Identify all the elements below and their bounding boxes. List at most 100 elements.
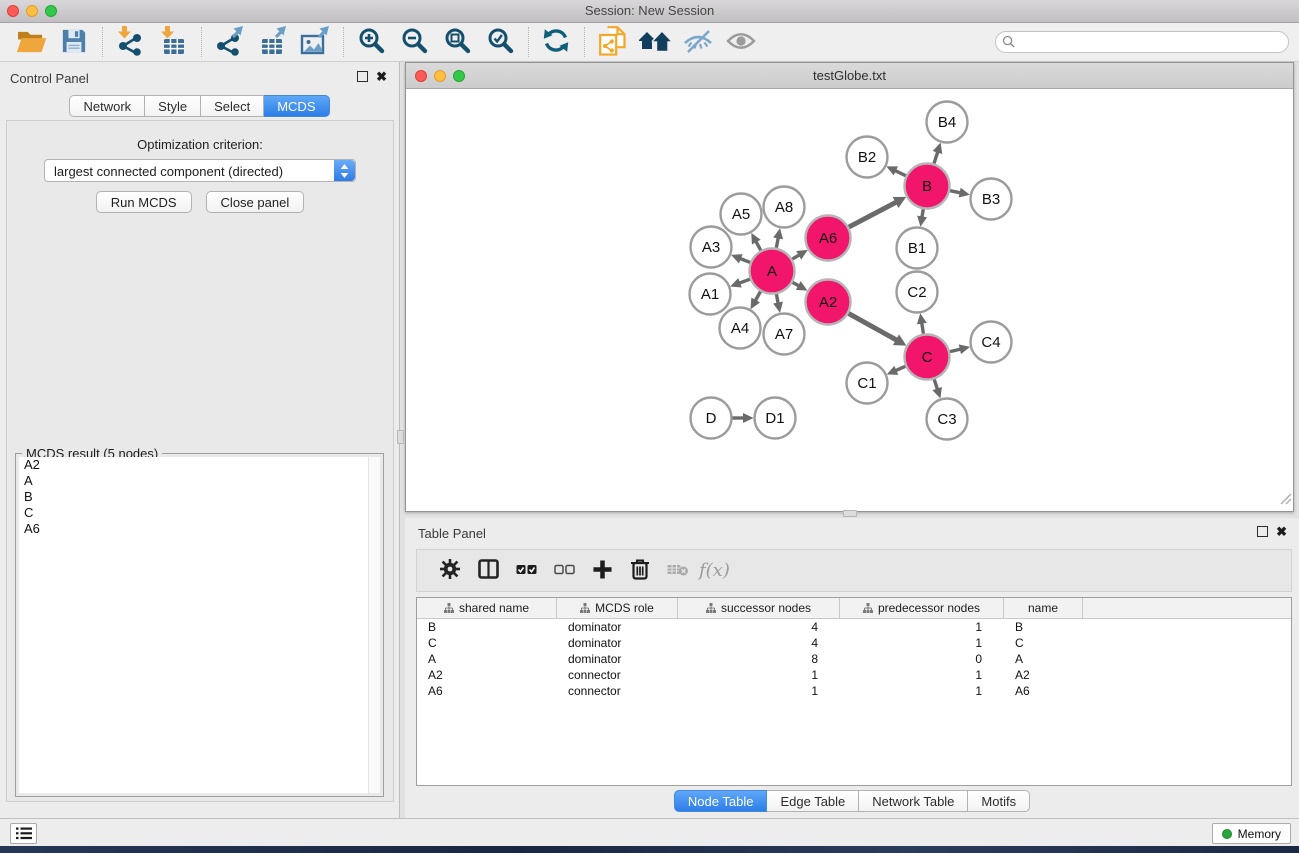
table-cell[interactable]: B [1004,619,1083,635]
table-row[interactable]: A6connector11A6 [417,683,1291,699]
graph-node-label: A8 [775,199,793,216]
split-view-button[interactable] [469,553,507,589]
edge-A6-B[interactable] [849,202,898,227]
status-bar: Memory [0,818,1299,846]
export-table-button[interactable] [253,25,291,59]
zoom-in-button[interactable] [352,25,390,59]
table-cell[interactable]: dominator [557,651,678,667]
mcds-panel: Optimization criterion: largest connecte… [6,120,394,802]
column-header-name[interactable]: name [1004,598,1083,618]
table-cell[interactable]: connector [557,667,678,683]
table-cell[interactable]: 8 [678,651,840,667]
network-canvas[interactable]: AA1A3A5A8A4A7A6A2BB2B4B3B1CC2C4C1C3DD1 [406,89,1293,511]
table-cell[interactable]: A [1004,651,1083,667]
zoom-fit-button[interactable] [438,25,476,59]
resize-grip-icon[interactable] [1279,492,1292,510]
table-cell[interactable]: 1 [840,683,1004,699]
table-cell[interactable]: C [417,635,557,651]
tab-edge-table[interactable]: Edge Table [767,790,859,812]
table-cell[interactable]: A2 [1004,667,1083,683]
network-window-titlebar[interactable]: testGlobe.txt [406,63,1293,89]
table-cell[interactable]: B [417,619,557,635]
table-cell[interactable]: A6 [1004,683,1083,699]
table-cell[interactable]: 1 [678,683,840,699]
table-cell[interactable]: connector [557,683,678,699]
vertical-split-handle[interactable] [397,430,404,444]
close-panel-button[interactable]: Close panel [206,191,305,213]
mcds-result-list[interactable]: A2ABCA6 [19,457,380,793]
memory-button[interactable]: Memory [1212,823,1291,844]
function-builder-button[interactable]: f(x) [699,560,730,581]
refresh-button[interactable] [537,25,575,59]
table-cell[interactable]: A [417,651,557,667]
export-network-button[interactable] [210,25,248,59]
import-table-icon [159,26,188,59]
zoom-out-button[interactable] [395,25,433,59]
float-panel-icon[interactable] [357,71,368,82]
column-header-MCDS-role[interactable]: MCDS role [557,598,678,618]
table-cell[interactable]: dominator [557,619,678,635]
search-input[interactable] [995,31,1289,53]
table-cell[interactable]: 4 [678,635,840,651]
table-row[interactable]: A2connector11A2 [417,667,1291,683]
table-cell[interactable]: A6 [417,683,557,699]
float-table-panel-icon[interactable] [1257,526,1268,537]
table-cell[interactable]: 1 [678,667,840,683]
table-cell[interactable]: 1 [840,635,1004,651]
column-header-predecessor-nodes[interactable]: predecessor nodes [840,598,1004,618]
settings-button[interactable] [431,553,469,589]
mcds-result-item[interactable]: A2 [19,457,380,473]
mcds-result-item[interactable]: A [19,473,380,489]
run-mcds-button[interactable]: Run MCDS [96,191,192,213]
close-table-panel-icon[interactable]: ✖ [1276,526,1287,537]
optimization-criterion-select[interactable]: largest connected component (directed) [44,159,356,182]
add-column-button[interactable] [583,553,621,589]
tab-node-table[interactable]: Node Table [674,790,768,812]
export-image-button[interactable] [296,25,334,59]
table-cell[interactable]: A2 [417,667,557,683]
import-network-button[interactable] [111,25,149,59]
tab-style[interactable]: Style [145,95,201,117]
tab-motifs[interactable]: Motifs [968,790,1030,812]
tab-network-table[interactable]: Network Table [859,790,968,812]
zoom-out-icon [401,27,428,57]
tab-network[interactable]: Network [69,95,145,117]
horizontal-split-handle[interactable] [843,510,857,517]
mcds-result-item[interactable]: A6 [19,521,380,537]
table-cell[interactable]: 1 [840,667,1004,683]
network-graph[interactable]: AA1A3A5A8A4A7A6A2BB2B4B3B1CC2C4C1C3DD1 [406,89,1293,511]
edge-B-B4[interactable] [934,151,938,164]
arrowhead-icon [933,143,943,155]
import-table-button[interactable] [154,25,192,59]
result-list-scrollbar[interactable] [368,457,380,793]
table-cell[interactable]: C [1004,635,1083,651]
table-cell[interactable]: 0 [840,651,1004,667]
mcds-result-item[interactable]: B [19,489,380,505]
column-header-successor-nodes[interactable]: successor nodes [678,598,840,618]
show-all-button[interactable] [722,25,760,59]
duplicate-network-button[interactable] [593,25,631,59]
table-row[interactable]: Adominator80A [417,651,1291,667]
select-all-button[interactable] [507,553,545,589]
tab-mcds[interactable]: MCDS [264,95,329,117]
task-history-button[interactable] [10,823,37,844]
destroy-table-button[interactable] [659,553,697,589]
tab-select[interactable]: Select [201,95,264,117]
network-view-window: testGlobe.txt AA1A3A5A8A4A7A6A2BB2B4B3B1… [405,62,1294,512]
edge-A2-C[interactable] [849,313,898,340]
delete-column-button[interactable] [621,553,659,589]
save-session-button[interactable] [55,25,93,59]
table-row[interactable]: Cdominator41C [417,635,1291,651]
open-session-button[interactable] [12,25,50,59]
table-cell[interactable]: 1 [840,619,1004,635]
column-header-shared-name[interactable]: shared name [417,598,557,618]
table-cell[interactable]: 4 [678,619,840,635]
table-cell[interactable]: dominator [557,635,678,651]
mcds-result-item[interactable]: C [19,505,380,521]
home-button[interactable] [636,25,674,59]
close-panel-icon[interactable]: ✖ [376,71,387,82]
zoom-selected-button[interactable] [481,25,519,59]
deselect-all-button[interactable] [545,553,583,589]
hide-selected-button[interactable] [679,25,717,59]
table-row[interactable]: Bdominator41B [417,619,1291,635]
